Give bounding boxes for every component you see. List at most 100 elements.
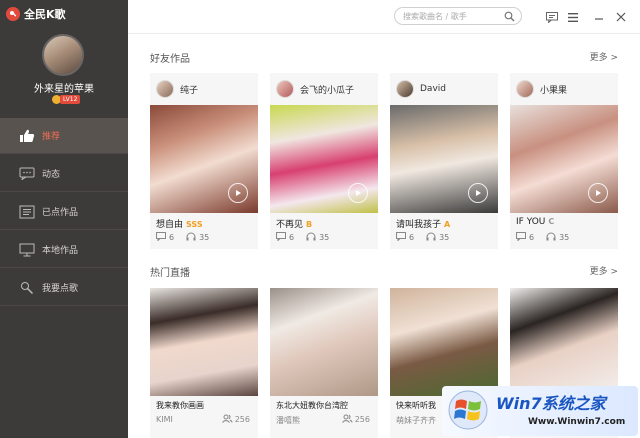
comment-count: 6 (409, 233, 415, 242)
comment-stat: 6 (396, 232, 414, 243)
song-title-row: 想自由 SSS (156, 217, 203, 230)
live-host: 萌妹子齐齐 (396, 416, 436, 425)
play-icon[interactable] (348, 183, 368, 203)
score-grade: A (444, 220, 451, 229)
viewers-icon (221, 414, 233, 425)
comment-icon (276, 232, 286, 243)
listen-stat: 35 (546, 232, 569, 243)
song-title[interactable]: 请叫我孩子 (396, 220, 441, 230)
search-box (394, 7, 522, 25)
listen-count: 35 (319, 233, 330, 242)
live-more-link[interactable]: 更多 > (590, 264, 618, 277)
card-header: 纯子 (150, 73, 258, 105)
score-grade: SSS (186, 220, 203, 229)
comment-count: 6 (289, 233, 295, 242)
song-title[interactable]: 想自由 (156, 220, 183, 230)
friend-work-card[interactable]: 会飞的小瓜子 不再见 B 6 35 (270, 73, 378, 249)
play-icon[interactable] (228, 183, 248, 203)
friend-name[interactable]: 会飞的小瓜子 (300, 83, 354, 96)
work-cover-image[interactable] (390, 105, 498, 213)
watermark-title: Win7系统之家 (496, 394, 606, 413)
sidebar-item-label: 推荐 (42, 132, 61, 142)
comment-icon (156, 232, 166, 243)
play-icon[interactable] (588, 183, 608, 203)
microphone-icon (18, 281, 36, 295)
list-icon (18, 205, 36, 219)
minimize-icon[interactable] (592, 10, 606, 24)
sidebar-item-label: 已点作品 (42, 208, 79, 218)
listen-count: 35 (559, 233, 570, 242)
song-title[interactable]: IF YOU (516, 217, 545, 227)
live-cover-image[interactable] (510, 288, 618, 396)
live-host: 潘嘻熊 (276, 416, 300, 425)
song-title-row: 不再见 B (276, 217, 312, 230)
headphones-icon (306, 232, 316, 243)
sidebar-item-recommend[interactable]: 推荐 (0, 118, 128, 154)
song-title-row: IF YOU C (516, 217, 554, 227)
message-icon[interactable] (545, 10, 559, 24)
listen-count: 35 (439, 233, 450, 242)
search-icon[interactable] (504, 11, 515, 25)
live-cover-image[interactable] (390, 288, 498, 396)
app-brand: 全民K歌 (6, 6, 66, 22)
friend-work-card[interactable]: David 请叫我孩子 A 6 35 (390, 73, 498, 249)
sidebar-item-ordered[interactable]: 已点作品 (0, 194, 128, 230)
comment-stat: 6 (156, 232, 174, 243)
play-icon[interactable] (468, 183, 488, 203)
headphones-icon (546, 232, 556, 243)
card-stats: 6 35 (516, 232, 581, 243)
live-cover-image[interactable] (270, 288, 378, 396)
card-stats: 6 35 (396, 232, 461, 243)
sidebar: 全民K歌 外来星的苹果 LV12 推荐 动态 已点作品 本地作品 我要点歌 (0, 0, 128, 438)
listen-stat: 35 (426, 232, 449, 243)
app-logo-icon (6, 7, 20, 21)
sidebar-item-label: 我要点歌 (42, 284, 79, 294)
song-title[interactable]: 不再见 (276, 220, 303, 230)
friend-work-card[interactable]: 纯子 想自由 SSS 6 35 (150, 73, 258, 249)
sidebar-item-feed[interactable]: 动态 (0, 156, 128, 192)
card-stats: 6 35 (156, 232, 221, 243)
sidebar-item-request-song[interactable]: 我要点歌 (0, 270, 128, 306)
friend-name[interactable]: 纯子 (180, 83, 198, 96)
viewers-icon (341, 414, 353, 425)
listen-stat: 35 (186, 232, 209, 243)
app-name: 全民K歌 (24, 8, 66, 21)
friend-avatar[interactable] (156, 80, 174, 98)
friend-avatar[interactable] (276, 80, 294, 98)
friends-more-link[interactable]: 更多 > (590, 50, 618, 63)
level-badge: LV12 (52, 95, 81, 104)
sidebar-item-label: 本地作品 (42, 246, 79, 256)
friend-avatar[interactable] (396, 80, 414, 98)
work-cover-image[interactable] (510, 105, 618, 213)
listen-count: 35 (199, 233, 210, 242)
card-stats: 6 35 (276, 232, 341, 243)
live-title[interactable]: 快来听听我 (396, 400, 436, 411)
headphones-icon (426, 232, 436, 243)
work-cover-image[interactable] (150, 105, 258, 213)
close-icon[interactable] (614, 10, 628, 24)
live-host: KIMI (156, 415, 173, 424)
score-grade: C (548, 217, 555, 226)
song-title-row: 请叫我孩子 A (396, 217, 450, 230)
topbar (128, 0, 640, 34)
menu-icon[interactable] (566, 10, 580, 24)
live-cover-image[interactable] (150, 288, 258, 396)
work-cover-image[interactable] (270, 105, 378, 213)
username[interactable]: 外来星的苹果 (0, 80, 128, 95)
comment-icon (396, 232, 406, 243)
friend-work-card[interactable]: 小果果 IF YOU C 6 35 (510, 73, 618, 249)
comment-count: 6 (529, 233, 535, 242)
search-input[interactable] (403, 10, 501, 22)
live-title[interactable]: 东北大妞教你台湾腔 (276, 400, 348, 411)
user-avatar[interactable] (42, 34, 84, 76)
live-card[interactable]: 东北大妞教你台湾腔 潘嘻熊 256 (270, 288, 378, 438)
live-card[interactable]: 我来教你画画 KIMI 256 (150, 288, 258, 438)
friend-avatar[interactable] (516, 80, 534, 98)
viewer-count: 256 (354, 415, 370, 424)
friend-name[interactable]: 小果果 (540, 83, 567, 96)
monitor-icon (18, 243, 36, 257)
live-title[interactable]: 我来教你画画 (156, 400, 204, 411)
friend-name[interactable]: David (420, 84, 446, 94)
viewer-stat: 256 (221, 414, 250, 425)
sidebar-item-local[interactable]: 本地作品 (0, 232, 128, 268)
